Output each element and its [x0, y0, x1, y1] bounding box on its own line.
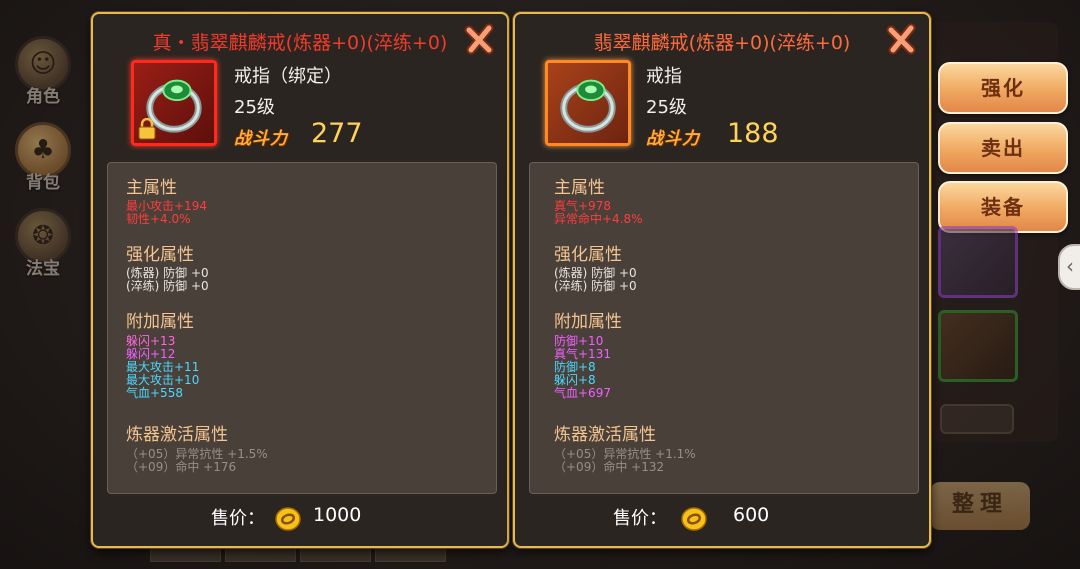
price-label: 售价： [211, 508, 265, 529]
close-icon[interactable] [885, 22, 919, 56]
item-title: 真・翡翠麒麟戒(炼器+0)(淬练+0) [152, 32, 448, 54]
chevron-left-icon[interactable]: ‹ [1058, 244, 1080, 290]
stat-line: (淬练) 防御 +0 [554, 279, 637, 293]
nav-label: 背包 [26, 173, 60, 193]
close-icon[interactable] [463, 22, 497, 56]
item-icon-frame [131, 60, 217, 146]
enhance-attr-title: 强化属性 [126, 245, 194, 265]
price-value: 600 [733, 504, 770, 526]
stat-line: （+09）命中 +132 [554, 460, 665, 474]
price-value: 1000 [313, 504, 362, 526]
gold-coin-icon [681, 507, 707, 531]
inventory-slot[interactable] [938, 226, 1018, 298]
item-tooltip-right: 翡翠麒麟戒(炼器+0)(淬练+0) 戒指 25级 战斗力 188 主属性 真气+… [513, 12, 931, 548]
nav-label: 法宝 [26, 259, 60, 279]
stats-box: 主属性 最小攻击+194 韧性+4.0% 强化属性 (炼器) 防御 +0 (淬练… [107, 162, 497, 494]
refine-attr-title: 炼器激活属性 [554, 425, 656, 445]
gold-coin-icon [275, 507, 301, 531]
power-value: 188 [727, 118, 779, 149]
main-attr-title: 主属性 [554, 178, 605, 198]
nav-item-bag[interactable]: ♣ 背包 [8, 122, 78, 202]
stat-line: 韧性+4.0% [126, 212, 191, 226]
main-attr-title: 主属性 [126, 178, 177, 198]
power-label: 战斗力 [646, 129, 700, 149]
stat-line: （+09）命中 +176 [126, 460, 237, 474]
enhance-attr-title: 强化属性 [554, 245, 622, 265]
price-row: 售价： 1000 [93, 504, 507, 534]
price-label: 售价： [613, 508, 667, 529]
inventory-slot[interactable] [938, 310, 1018, 382]
nav-label: 角色 [26, 87, 60, 107]
item-tooltip-left: 真・翡翠麒麟戒(炼器+0)(淬练+0) 戒指（绑定） 25级 战斗力 277 主… [91, 12, 509, 548]
refine-attr-title: 炼器激活属性 [126, 425, 228, 445]
item-level: 25级 [646, 97, 687, 118]
stat-line: 气血+697 [554, 386, 611, 400]
power-value: 277 [311, 118, 363, 149]
nav-item-character[interactable]: ☺ 角色 [8, 36, 78, 116]
strengthen-button[interactable]: 强化 [938, 62, 1068, 114]
item-icon-frame [545, 60, 631, 146]
power-label: 战斗力 [234, 129, 288, 149]
stats-box: 主属性 真气+978 异常命中+4.8% 强化属性 (炼器) 防御 +0 (淬练… [529, 162, 919, 494]
sell-button[interactable]: 卖出 [938, 122, 1068, 174]
stat-line: (淬练) 防御 +0 [126, 279, 209, 293]
ring-icon [560, 79, 616, 133]
stat-line: 气血+558 [126, 386, 183, 400]
inventory-slot[interactable] [940, 404, 1014, 434]
extra-attr-title: 附加属性 [554, 312, 622, 332]
stat-line: 异常命中+4.8% [554, 212, 643, 226]
sort-button[interactable]: 整理 [930, 482, 1030, 530]
nav-item-treasure[interactable]: ❂ 法宝 [8, 208, 78, 288]
item-type: 戒指（绑定） [234, 66, 342, 87]
extra-attr-title: 附加属性 [126, 312, 194, 332]
item-type: 戒指 [646, 66, 682, 87]
price-row: 售价： 600 [515, 504, 929, 534]
lock-icon [138, 118, 156, 140]
item-level: 25级 [234, 97, 275, 118]
item-title: 翡翠麒麟戒(炼器+0)(淬练+0) [593, 32, 851, 54]
